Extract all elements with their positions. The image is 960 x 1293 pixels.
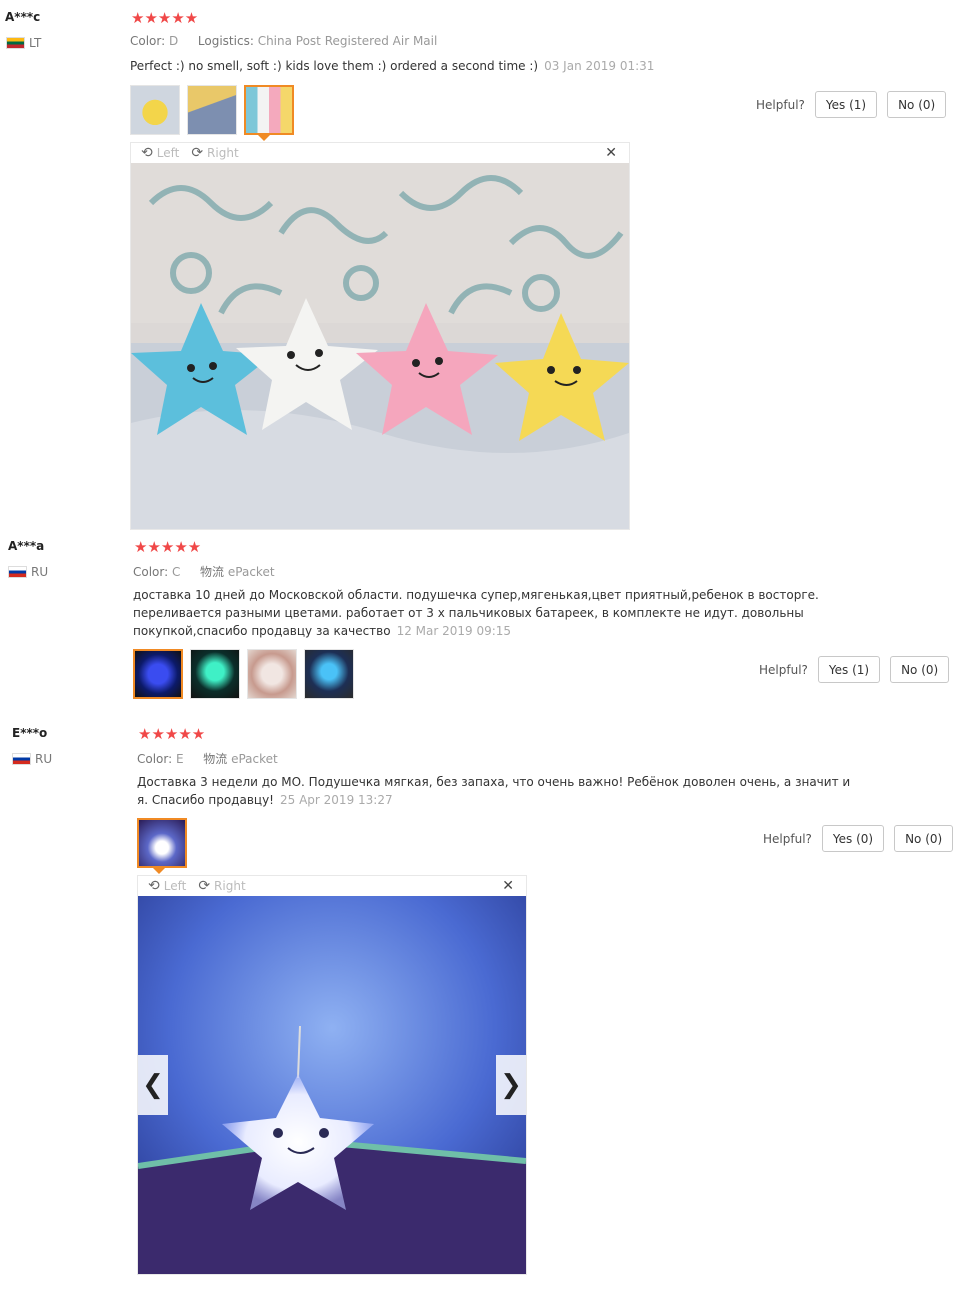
review-date: 25 Apr 2019 13:27: [280, 793, 393, 807]
color-label: Color:: [133, 565, 169, 579]
review-meta: Color: E 物流 ePacket: [137, 750, 278, 767]
chevron-right-icon: ❯: [500, 1070, 522, 1100]
color-label: Color:: [137, 752, 173, 766]
reviewer-country: LT: [6, 36, 41, 50]
review-photos: [130, 85, 294, 135]
viewer-toolbar: ⟲ Left ⟳ Right ✕: [138, 876, 526, 896]
logistics-label: Logistics:: [197, 34, 254, 48]
review-meta: Color: D Logistics: China Post Registere…: [130, 34, 437, 48]
helpful-no-button[interactable]: No (0): [887, 91, 947, 118]
logistics-value: China Post Registered Air Mail: [257, 34, 438, 48]
review-2: A***a RU ★★★★★ Color: C 物流 ePacket доста…: [0, 535, 960, 715]
chevron-left-icon: ❮: [142, 1070, 164, 1100]
photo-thumb-selected[interactable]: [133, 649, 183, 699]
rotate-left-label[interactable]: Left: [164, 879, 187, 893]
review-text: Доставка 3 недели до МО. Подушечка мягка…: [137, 773, 857, 809]
rating-stars: ★★★★★: [138, 725, 206, 743]
review-body: Perfect :) no smell, soft :) kids love t…: [130, 59, 539, 73]
review-body-line: покупкой,спасибо продавцу за качество: [133, 624, 391, 638]
flag-ru-icon: [12, 753, 31, 765]
review-photo-large: ❮ ❯: [138, 896, 526, 1274]
country-code: RU: [35, 752, 53, 766]
logistics-label: 物流: [203, 752, 228, 766]
logistics-label: 物流: [200, 565, 225, 579]
reviewer-name: E***o: [12, 726, 48, 740]
review-body-line: Доставка 3 недели до МО. Подушечка мягка…: [137, 775, 851, 789]
pillows-photo: [131, 163, 629, 529]
photo-thumb-selected[interactable]: [137, 818, 187, 868]
review-date: 12 Mar 2019 09:15: [396, 624, 512, 638]
selected-caret: [258, 135, 270, 141]
helpful-label: Helpful?: [756, 97, 805, 112]
flag-lt-icon: [6, 37, 25, 49]
review-1: A***c LT ★★★★★ Color: D Logistics: China…: [0, 0, 960, 535]
logistics-value: ePacket: [227, 565, 275, 579]
photo-thumb[interactable]: [187, 85, 237, 135]
reviewer-name: A***c: [5, 10, 41, 24]
review-date: 03 Jan 2019 01:31: [544, 59, 655, 73]
country-code: RU: [31, 565, 49, 579]
reviewer-name: A***a: [8, 539, 45, 553]
rotate-right-icon[interactable]: ⟳: [191, 145, 203, 161]
helpful-no-button[interactable]: No (0): [894, 825, 954, 852]
photo-thumb[interactable]: [247, 649, 297, 699]
selected-caret: [153, 868, 165, 874]
flag-ru-icon: [8, 566, 27, 578]
rotate-left-label[interactable]: Left: [157, 146, 180, 160]
review-body-line: я. Спасибо продавцу!: [137, 793, 274, 807]
next-photo-button[interactable]: ❯: [496, 1055, 526, 1115]
review-body-line: доставка 10 дней до Московской области. …: [133, 588, 819, 602]
helpful-no-button[interactable]: No (0): [890, 656, 950, 683]
photo-thumb[interactable]: [304, 649, 354, 699]
rotate-right-label[interactable]: Right: [207, 146, 239, 160]
helpful-group: Helpful? Yes (1) No (0): [756, 91, 947, 118]
rotate-left-icon[interactable]: ⟲: [141, 145, 153, 161]
viewer-toolbar: ⟲ Left ⟳ Right ✕: [131, 143, 629, 163]
logistics-value: ePacket: [231, 752, 278, 766]
helpful-yes-button[interactable]: Yes (1): [817, 656, 881, 683]
review-photos: [133, 649, 354, 699]
photo-viewer: ⟲ Left ⟳ Right ✕: [130, 142, 630, 530]
photo-viewer: ⟲ Left ⟳ Right ✕: [137, 875, 527, 1275]
prev-photo-button[interactable]: ❮: [138, 1055, 168, 1115]
helpful-label: Helpful?: [763, 831, 812, 846]
close-icon[interactable]: ✕: [605, 145, 617, 161]
review-text: Perfect :) no smell, soft :) kids love t…: [130, 57, 830, 75]
rating-stars: ★★★★★: [131, 9, 199, 27]
photo-thumb[interactable]: [190, 649, 240, 699]
color-value: C: [172, 565, 181, 579]
review-text: доставка 10 дней до Московской области. …: [133, 586, 853, 640]
rating-stars: ★★★★★: [134, 538, 202, 556]
helpful-yes-button[interactable]: Yes (0): [821, 825, 885, 852]
review-photo-large: [131, 163, 629, 529]
helpful-group: Helpful? Yes (1) No (0): [759, 656, 950, 683]
helpful-label: Helpful?: [759, 662, 808, 677]
country-code: LT: [29, 36, 42, 50]
reviewer-country: RU: [8, 565, 48, 579]
rotate-right-icon[interactable]: ⟳: [198, 878, 210, 894]
photo-thumb[interactable]: [130, 85, 180, 135]
reviewer-country: RU: [12, 752, 52, 766]
rotate-left-icon[interactable]: ⟲: [148, 878, 160, 894]
color-value: E: [176, 752, 184, 766]
review-meta: Color: C 物流 ePacket: [133, 563, 275, 580]
helpful-group: Helpful? Yes (0) No (0): [763, 825, 954, 852]
rotate-right-label[interactable]: Right: [214, 879, 246, 893]
helpful-yes-button[interactable]: Yes (1): [814, 91, 878, 118]
review-body-line: переливается разными цветами. работает о…: [133, 606, 804, 620]
review-photos: [137, 818, 187, 868]
photo-thumb-selected[interactable]: [244, 85, 294, 135]
close-icon[interactable]: ✕: [502, 878, 514, 894]
color-value: D: [169, 34, 179, 48]
night-light-photo: [138, 896, 526, 1274]
review-3: E***o RU ★★★★★ Color: E 物流 ePacket Доста…: [0, 722, 960, 1282]
color-label: Color:: [130, 34, 166, 48]
